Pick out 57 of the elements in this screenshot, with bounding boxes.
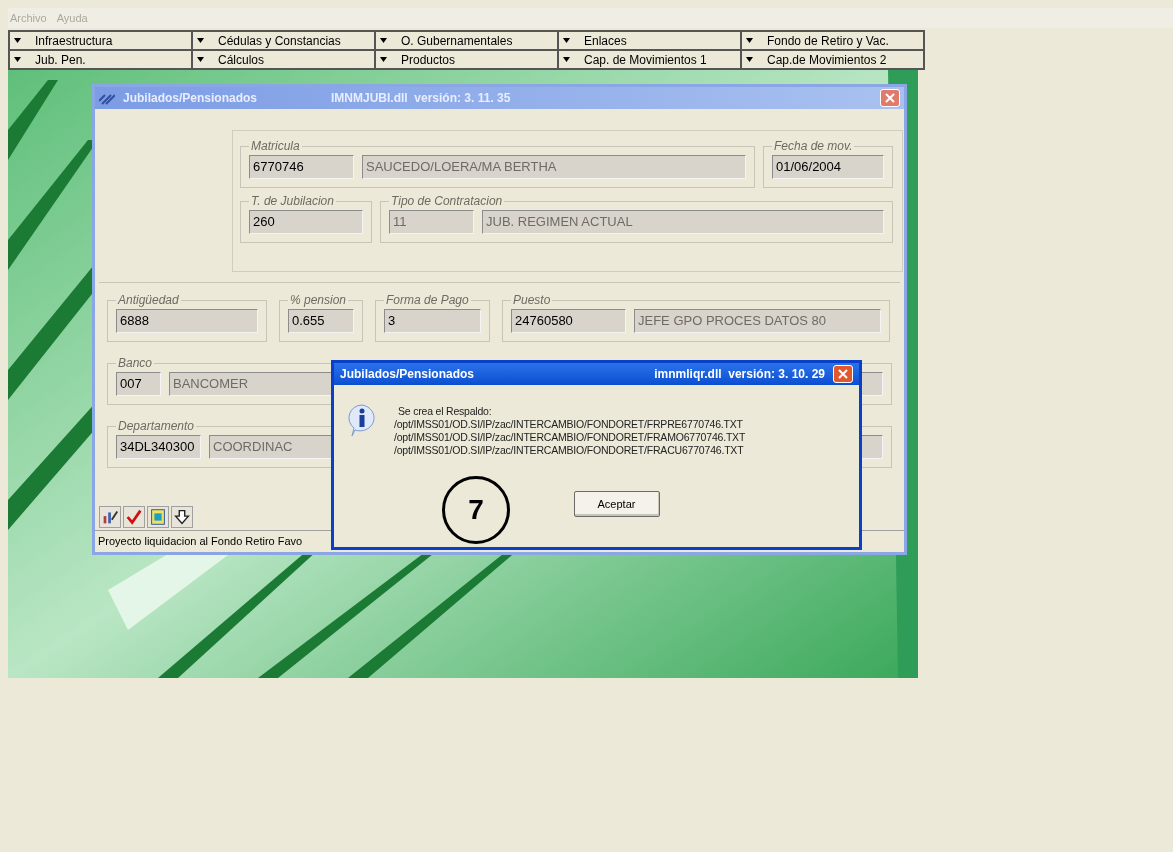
text-field[interactable]: 6888 <box>116 309 258 333</box>
group-label: Forma de Pago <box>385 292 470 309</box>
menu-dropdown[interactable]: Cédulas y Constancias <box>192 31 375 50</box>
group-label: Antigüedad <box>116 292 180 309</box>
menu-dropdown[interactable]: Fondo de Retiro y Vac. <box>741 31 924 50</box>
menu-dropdown[interactable]: Productos <box>375 50 558 69</box>
dialog-subtitle: imnmliqr.dll versión: 3. 10. 29 <box>654 366 825 383</box>
text-field[interactable]: 3 <box>384 309 481 333</box>
menu-dropdown[interactable]: Cap.de Movimientos 2 <box>741 50 924 69</box>
info-icon <box>346 403 378 437</box>
close-button[interactable] <box>880 89 900 107</box>
caret-icon <box>14 57 21 62</box>
menu-dropdown[interactable]: Cálculos <box>192 50 375 69</box>
text-field[interactable]: 6770746 <box>249 155 354 179</box>
group-label: Banco <box>117 355 154 372</box>
group-label: Matricula <box>250 138 301 155</box>
text-field[interactable]: 260 <box>249 210 363 234</box>
group-label: T. de Jubilacion <box>250 193 335 210</box>
group-label: Puesto <box>512 292 552 309</box>
caret-icon <box>746 38 753 43</box>
menu-dropdown[interactable]: Cap. de Movimientos 1 <box>558 50 741 69</box>
caret-icon <box>380 38 387 43</box>
group-label: Tipo de Contratacion <box>390 193 504 210</box>
document-icon[interactable] <box>147 506 169 528</box>
caret-icon <box>746 57 753 62</box>
app-icon <box>99 91 115 105</box>
caret-icon <box>197 57 204 62</box>
group-label: Fecha de mov. <box>773 138 854 155</box>
menu-dropdown[interactable]: Jub. Pen. <box>9 50 192 69</box>
dialog-title: Jubilados/Pensionados <box>340 366 475 383</box>
caret-icon <box>563 38 570 43</box>
caret-icon <box>563 57 570 62</box>
caret-icon <box>380 57 387 62</box>
group-label: Departamento <box>117 418 196 435</box>
accept-button[interactable]: Aceptar <box>573 491 660 517</box>
chart-icon[interactable] <box>99 506 121 528</box>
callout-number: 7 <box>442 476 510 544</box>
text-field[interactable]: 01/06/2004 <box>772 155 884 179</box>
dialog-message: Se crea el Respaldo: /opt/IMSS01/OD.SI/IP/zac/INTERCAMBIO/FONDORET/FRPRE6770746.TXT /opt/IMSS01/OD.SI/IP/zac/INTERCAMBIO/FONDORET/FRAMO6770746.TXT /opt/IMSS01/OD.SI/IP/zac/INTERCAMBIO/FONDORET/FRACU6770746.TXT <box>394 404 746 457</box>
menu-dropdown[interactable]: Infraestructura <box>9 31 192 50</box>
text-field[interactable]: 24760580 <box>511 309 626 333</box>
close-icon <box>885 93 895 103</box>
close-button[interactable] <box>833 365 853 383</box>
caret-icon <box>197 38 204 43</box>
window-title: Jubilados/Pensionados <box>123 90 259 107</box>
text-field[interactable]: 0.655 <box>288 309 354 333</box>
text-field[interactable]: 007 <box>116 372 161 396</box>
close-icon <box>838 369 848 379</box>
group-label: % pension <box>289 292 348 309</box>
text-field[interactable]: 34DL340300 <box>116 435 201 459</box>
menu-dropdown[interactable]: O. Gubernamentales <box>375 31 558 50</box>
checkmark-icon[interactable] <box>123 506 145 528</box>
status-text: Proyecto liquidacion al Fondo Retiro Favo <box>98 534 303 550</box>
window-subtitle: IMNMJUBI.dll versión: 3. 11. 35 <box>331 90 511 107</box>
down-arrow-icon[interactable] <box>171 506 193 528</box>
caret-icon <box>14 38 21 43</box>
menu-dropdown[interactable]: Enlaces <box>558 31 741 50</box>
